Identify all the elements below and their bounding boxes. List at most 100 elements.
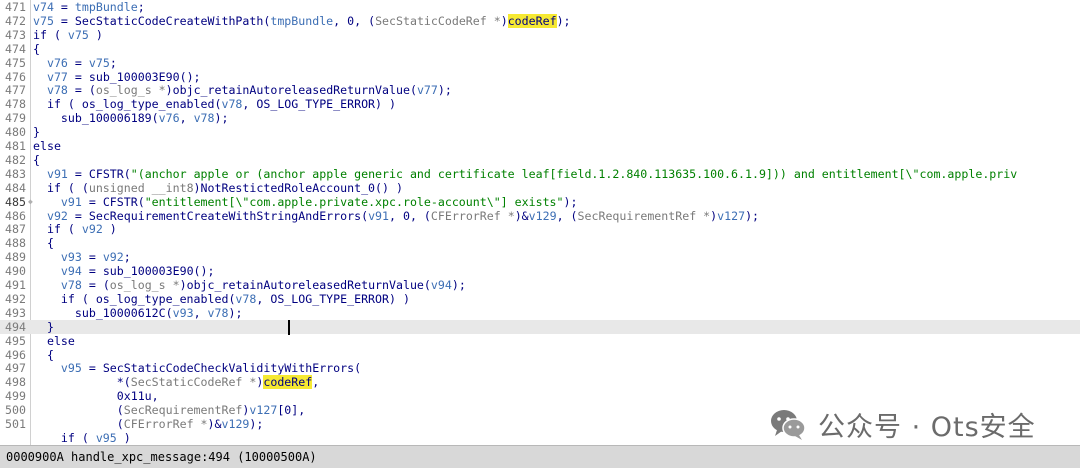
code-line[interactable]: 497 v95 = SecStaticCodeCheckValidityWith… xyxy=(0,361,1080,375)
code-text: else xyxy=(33,139,61,153)
line-number: 477 xyxy=(5,83,26,98)
code-token: = CFSTR( xyxy=(67,166,131,181)
code-token: v127 xyxy=(249,403,278,418)
code-token: v78 xyxy=(193,111,215,126)
code-line[interactable]: 473 if ( v75 ) xyxy=(0,28,1080,42)
code-line[interactable]: 480} xyxy=(0,125,1080,139)
code-line[interactable]: 483 v91 = CFSTR("(anchor apple or (ancho… xyxy=(0,167,1080,181)
code-line[interactable]: 487 if ( v92 ) xyxy=(0,222,1080,236)
code-token: tmpBundle xyxy=(74,0,138,14)
code-token: v129 xyxy=(528,208,557,223)
code-token: ); xyxy=(451,278,466,292)
code-token: )& xyxy=(514,208,529,223)
code-token: ) xyxy=(88,27,103,42)
code-token: , xyxy=(193,305,208,320)
code-text: v78 = (os_log_s *)objc_retainAutorelease… xyxy=(33,83,452,97)
code-line[interactable]: 493 sub_10000612C(v93, v78); xyxy=(0,306,1080,320)
code-text: { xyxy=(33,42,40,56)
code-line[interactable]: 495 else xyxy=(0,334,1080,348)
code-token: v75 xyxy=(88,55,110,70)
code-token: v94 xyxy=(430,278,452,292)
line-number: 482 xyxy=(5,152,26,167)
code-line[interactable]: 484 if ( (unsigned __int8)NotRestictedRo… xyxy=(0,181,1080,195)
code-token: sub_10000612C( xyxy=(33,305,173,320)
line-number: 498 xyxy=(5,375,26,390)
code-token: = ( xyxy=(67,83,96,98)
code-text: v74 = tmpBundle; xyxy=(33,0,145,14)
line-number: 499 xyxy=(5,389,26,404)
line-number: 496 xyxy=(5,347,26,362)
code-line[interactable]: 488 { xyxy=(0,236,1080,250)
code-token: v92 xyxy=(46,208,68,223)
code-token: else xyxy=(33,139,61,153)
code-token: tmpBundle xyxy=(270,13,334,28)
code-token: ); xyxy=(214,111,229,126)
code-line[interactable]: 482 { xyxy=(0,153,1080,167)
code-line[interactable]: 478 if ( os_log_type_enabled(v78, OS_LOG… xyxy=(0,97,1080,111)
code-line[interactable]: 485 ◆ v91 = CFSTR("entitlement[\"com.appl… xyxy=(0,195,1080,209)
code-text: if ( os_log_type_enabled(v78, OS_LOG_TYP… xyxy=(33,97,396,111)
code-token: v77 xyxy=(46,69,68,84)
code-line[interactable]: 491 v78 = (os_log_s *)objc_retainAutorel… xyxy=(0,278,1080,292)
code-token: v78 xyxy=(221,97,243,112)
code-text: 0x11u, xyxy=(33,389,159,403)
code-line[interactable]: 486 v92 = SecRequirementCreateWithString… xyxy=(0,209,1080,223)
code-line[interactable]: 498 *(SecStaticCodeRef *)codeRef, xyxy=(0,375,1080,390)
code-token: )NotRestictedRoleAccount_0() ) xyxy=(193,180,403,195)
code-token: , OS_LOG_TYPE_ERROR) ) xyxy=(242,97,396,112)
code-token: ); xyxy=(249,417,264,431)
code-text: v92 = SecRequirementCreateWithStringAndE… xyxy=(33,209,759,223)
line-number: 471 xyxy=(5,0,26,14)
code-text: v95 = SecStaticCodeCheckValidityWithErro… xyxy=(33,361,361,375)
code-token: v78 xyxy=(46,83,68,98)
code-line[interactable]: 479 sub_100006189(v76, v78); xyxy=(0,111,1080,125)
code-token: "entitlement[\"com.apple.private.xpc.rol… xyxy=(144,194,564,209)
code-token: os_log_s * xyxy=(95,83,166,98)
pseudocode-view[interactable]: 471 v74 = tmpBundle; 472 v75 = SecStaticCod… xyxy=(0,0,1080,445)
code-text: { xyxy=(33,153,40,167)
code-token: , xyxy=(179,111,194,126)
line-number: 492 xyxy=(5,291,26,306)
line-number: 483 xyxy=(5,166,26,181)
code-token: ) xyxy=(500,13,508,28)
code-token: = sub_100003E90(); xyxy=(67,69,201,84)
code-token: *( xyxy=(33,375,131,390)
code-line[interactable]: 475 v76 = v75; xyxy=(0,56,1080,70)
code-line[interactable]: 474 { xyxy=(0,42,1080,56)
code-line[interactable]: 496 { xyxy=(0,348,1080,362)
code-line[interactable]: 499 0x11u, xyxy=(0,389,1080,403)
code-token: "(anchor apple or (anchor apple generic … xyxy=(130,166,1018,181)
code-line[interactable]: 490 v94 = sub_100003E90(); xyxy=(0,264,1080,278)
code-line[interactable]: 476 v77 = sub_100003E90(); xyxy=(0,70,1080,84)
code-token: v95 xyxy=(95,430,117,445)
code-token: ); xyxy=(745,208,760,223)
code-text: sub_10000612C(v93, v78); xyxy=(33,305,243,320)
code-line[interactable]: 494 } xyxy=(0,319,1080,334)
code-line[interactable]: 477 v78 = (os_log_s *)objc_retainAutorel… xyxy=(0,83,1080,97)
code-token: v93 xyxy=(60,250,82,265)
code-line[interactable]: 472 v75 = SecStaticCodeCreateWithPath(tmp… xyxy=(0,13,1080,28)
code-token: )& xyxy=(207,417,222,431)
code-token: if ( xyxy=(33,27,68,42)
line-number: 489 xyxy=(5,250,26,265)
code-token: = ( xyxy=(81,278,110,292)
line-number xyxy=(0,431,30,445)
code-token: if ( os_log_type_enabled( xyxy=(33,291,236,306)
code-line[interactable]: 489 v93 = v92; xyxy=(0,250,1080,264)
code-token: = SecRequirementCreateWithStringAndError… xyxy=(67,208,369,223)
code-token: sub_100006189( xyxy=(33,111,159,126)
code-text: v77 = sub_100003E90(); xyxy=(33,70,201,84)
line-number: 500 xyxy=(5,403,26,418)
code-token: v74 xyxy=(33,0,54,14)
wechat-icon xyxy=(771,410,806,440)
line-number: 478 xyxy=(5,97,26,112)
code-line[interactable]: 471 v74 = tmpBundle; xyxy=(0,0,1080,14)
code-line[interactable]: 492 if ( os_log_type_enabled(v78, OS_LOG… xyxy=(0,292,1080,306)
code-token: } xyxy=(33,319,54,334)
code-line[interactable]: 481 else xyxy=(0,139,1080,153)
line-number: 497 xyxy=(5,361,26,376)
